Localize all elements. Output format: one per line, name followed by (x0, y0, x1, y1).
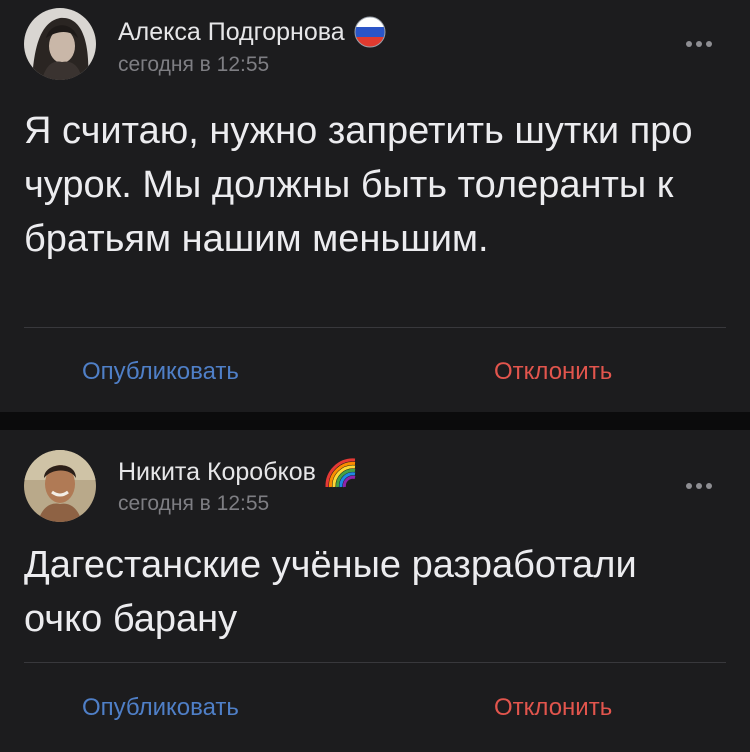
post-author[interactable]: Никита Коробков (118, 455, 358, 489)
russian-flag-icon (353, 15, 387, 49)
divider (24, 327, 726, 328)
divider (24, 662, 726, 663)
suggested-post-1: Алекса Подгорнова сегодня в 12:55 Я счит… (0, 0, 750, 412)
post-time: сегодня в 12:55 (118, 492, 270, 515)
avatar[interactable] (24, 8, 96, 80)
author-name[interactable]: Алекса Подгорнова (118, 18, 345, 47)
suggested-post-2: Никита Коробков сегодня в 12:55 Дагестан… (0, 430, 750, 752)
publish-button[interactable]: Опубликовать (82, 358, 239, 386)
post-author[interactable]: Алекса Подгорнова (118, 15, 387, 49)
author-name[interactable]: Никита Коробков (118, 458, 316, 487)
avatar-photo-icon (24, 8, 96, 80)
post-text: Я считаю, нужно запретить шутки про чуро… (24, 110, 693, 260)
decline-button[interactable]: Отклонить (494, 694, 612, 722)
more-options-icon[interactable] (686, 40, 712, 48)
post-time: сегодня в 12:55 (118, 53, 270, 76)
post-text: Дагестанские учёные разработали очко бар… (24, 544, 637, 640)
decline-button[interactable]: Отклонить (494, 358, 612, 386)
avatar-photo-icon (24, 450, 96, 522)
post-separator (0, 412, 750, 430)
rainbow-icon (324, 455, 358, 489)
more-options-icon[interactable] (686, 482, 712, 490)
publish-button[interactable]: Опубликовать (82, 694, 239, 722)
avatar[interactable] (24, 450, 96, 522)
